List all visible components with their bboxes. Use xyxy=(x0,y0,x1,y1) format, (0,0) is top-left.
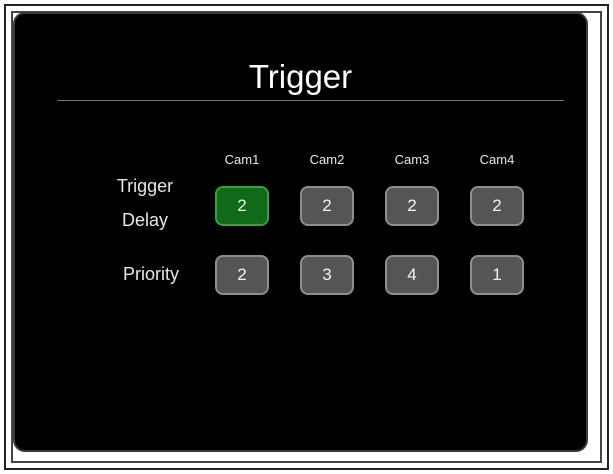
panel-title: Trigger xyxy=(248,58,353,95)
trigger-delay-label-line1: Trigger xyxy=(116,176,174,196)
priority-cam3-button[interactable]: 4 xyxy=(385,255,439,295)
trigger-delay-cam2-button[interactable]: 2 xyxy=(300,186,354,226)
title-divider xyxy=(58,100,564,101)
priority-cam4-button[interactable]: 1 xyxy=(470,255,524,295)
column-header-cam2: Cam2 xyxy=(309,152,345,167)
priority-label: Priority xyxy=(122,264,179,284)
column-header-cam4: Cam4 xyxy=(479,152,515,167)
trigger-panel: Trigger Cam1 Cam2 Cam3 Cam4 Trigger Dela… xyxy=(13,12,588,452)
priority-cam2-button[interactable]: 3 xyxy=(300,255,354,295)
priority-cam1-button[interactable]: 2 xyxy=(215,255,269,295)
trigger-delay-cam3-button[interactable]: 2 xyxy=(385,186,439,226)
trigger-delay-cam1-button[interactable]: 2 xyxy=(215,186,269,226)
column-header-cam1: Cam1 xyxy=(224,152,260,167)
trigger-delay-cam4-button[interactable]: 2 xyxy=(470,186,524,226)
column-header-cam3: Cam3 xyxy=(394,152,430,167)
trigger-delay-label-line2: Delay xyxy=(121,210,169,230)
